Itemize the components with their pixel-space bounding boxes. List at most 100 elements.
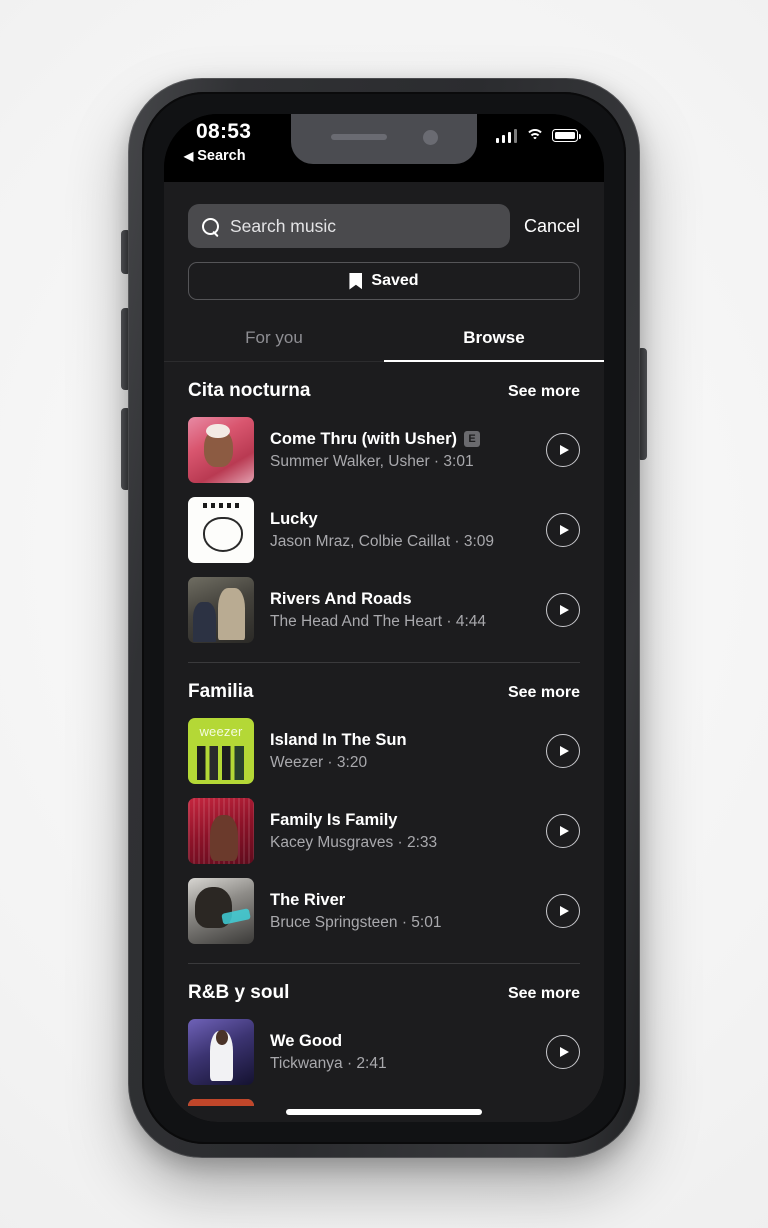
track-title: Rivers And Roads (270, 589, 412, 608)
search-icon (202, 217, 219, 235)
track-title: Come Thru (with Usher) (270, 429, 458, 448)
tab-bar: For you Browse (164, 318, 604, 362)
album-art-figures (194, 745, 248, 781)
track-title-line: We Good (270, 1032, 530, 1051)
phone-bezel: 08:53 ◀ Search Search music Cancel Saved… (142, 92, 626, 1144)
back-label: Search (197, 148, 246, 164)
status-bar: 08:53 ◀ Search (164, 114, 604, 182)
track-row[interactable]: We Good Tickwanya · 2:41 (164, 1012, 604, 1092)
section-header: Familia See more (164, 663, 604, 711)
track-row[interactable]: Come Thru (with Usher) E Summer Walker, … (164, 410, 604, 490)
track-subtitle: Summer Walker, Usher · 3:01 (270, 452, 474, 470)
cancel-button[interactable]: Cancel (524, 216, 580, 237)
volume-up-button[interactable] (121, 308, 129, 390)
play-button[interactable] (546, 513, 580, 547)
earpiece-speaker-icon (330, 134, 387, 140)
tab-for-you[interactable]: For you (164, 318, 384, 361)
battery-full-icon (552, 129, 581, 142)
search-input[interactable]: Search music (188, 204, 510, 248)
notch (291, 114, 477, 164)
home-indicator[interactable] (286, 1109, 482, 1115)
tab-browse[interactable]: Browse (384, 318, 604, 362)
track-title-line: Come Thru (with Usher) E (270, 430, 530, 449)
track-title: The River (270, 890, 346, 909)
signal-bars-icon (495, 128, 517, 143)
track-subtitle: Jason Mraz, Colbie Caillat · 3:09 (270, 532, 494, 550)
track-row[interactable]: weezer Island In The Sun Weezer · 3:20 (164, 711, 604, 791)
see-more-button[interactable]: See more (508, 383, 580, 401)
track-title-line: Lucky (270, 510, 530, 529)
track-meta: Island In The Sun Weezer · 3:20 (270, 731, 530, 772)
track-meta: Come Thru (with Usher) E Summer Walker, … (270, 430, 530, 471)
track-subtitle: Kacey Musgraves · 2:33 (270, 833, 438, 851)
play-icon (560, 445, 569, 455)
play-button[interactable] (546, 734, 580, 768)
explicit-badge: E (464, 431, 481, 447)
track-title: We Good (270, 1031, 343, 1050)
track-row[interactable]: Family Is Family Kacey Musgraves · 2:33 (164, 791, 604, 871)
music-app: Search music Cancel Saved For you Browse (164, 182, 604, 1122)
track-title: Island In The Sun (270, 730, 407, 749)
album-art (188, 798, 254, 864)
wifi-icon (525, 128, 544, 143)
track-title-line: Family Is Family (270, 811, 530, 830)
play-icon (560, 746, 569, 756)
track-row[interactable]: Issues E (164, 1092, 604, 1106)
section-title: R&B y soul (188, 982, 290, 1003)
front-camera-icon (422, 129, 438, 145)
saved-label: Saved (371, 272, 419, 289)
phone-screen: 08:53 ◀ Search Search music Cancel Saved… (164, 114, 604, 1122)
album-art (188, 577, 254, 643)
see-more-button[interactable]: See more (508, 985, 580, 1003)
track-title-line: Rivers And Roads (270, 590, 530, 609)
power-button[interactable] (639, 348, 647, 460)
album-art (188, 417, 254, 483)
track-subtitle: The Head And The Heart · 4:44 (270, 612, 486, 630)
section-title: Cita nocturna (188, 380, 311, 401)
search-placeholder: Search music (230, 215, 337, 236)
content-scroll-area[interactable]: Cita nocturna See more Come Thru (with U… (164, 362, 604, 1106)
play-icon (560, 605, 569, 615)
play-icon (560, 826, 569, 836)
track-subtitle: Bruce Springsteen · 5:01 (270, 913, 442, 931)
back-to-search-link[interactable]: ◀ Search (184, 148, 246, 164)
track-meta: Rivers And Roads The Head And The Heart … (270, 590, 530, 631)
play-button[interactable] (546, 814, 580, 848)
track-meta: We Good Tickwanya · 2:41 (270, 1032, 530, 1073)
album-art-wordmark: weezer (199, 723, 243, 739)
section-cita-nocturna: Cita nocturna See more Come Thru (with U… (164, 362, 604, 663)
section-header: Cita nocturna See more (164, 362, 604, 410)
album-art: weezer (188, 718, 254, 784)
section-header: R&B y soul See more (164, 964, 604, 1012)
play-icon (560, 1047, 569, 1057)
play-icon (560, 525, 569, 535)
page-backdrop: 08:53 ◀ Search Search music Cancel Saved… (0, 0, 768, 1228)
status-time: 08:53 (196, 120, 252, 143)
track-subtitle: Tickwanya · 2:41 (270, 1054, 387, 1072)
track-title-line: The River (270, 891, 530, 910)
saved-button[interactable]: Saved (188, 262, 580, 300)
track-title: Family Is Family (270, 810, 398, 829)
silent-switch[interactable] (121, 230, 129, 274)
section-familia: Familia See more weezer Island In The Su… (164, 663, 604, 964)
play-icon (560, 906, 569, 916)
volume-down-button[interactable] (121, 408, 129, 490)
track-row[interactable]: The River Bruce Springsteen · 5:01 (164, 871, 604, 951)
play-button[interactable] (546, 433, 580, 467)
album-art (188, 1019, 254, 1085)
play-button[interactable] (546, 894, 580, 928)
play-button[interactable] (546, 593, 580, 627)
play-button[interactable] (546, 1035, 580, 1069)
track-title: Lucky (270, 509, 318, 528)
saved-row: Saved (164, 248, 604, 300)
track-row[interactable]: Lucky Jason Mraz, Colbie Caillat · 3:09 (164, 490, 604, 570)
track-subtitle: Weezer · 3:20 (270, 753, 368, 771)
track-row[interactable]: Rivers And Roads The Head And The Heart … (164, 570, 604, 650)
search-row: Search music Cancel (164, 182, 604, 248)
phone-device: 08:53 ◀ Search Search music Cancel Saved… (121, 78, 647, 1158)
see-more-button[interactable]: See more (508, 684, 580, 702)
album-art (188, 878, 254, 944)
track-meta: The River Bruce Springsteen · 5:01 (270, 891, 530, 932)
bookmark-icon (349, 272, 363, 290)
album-art (188, 1099, 254, 1106)
